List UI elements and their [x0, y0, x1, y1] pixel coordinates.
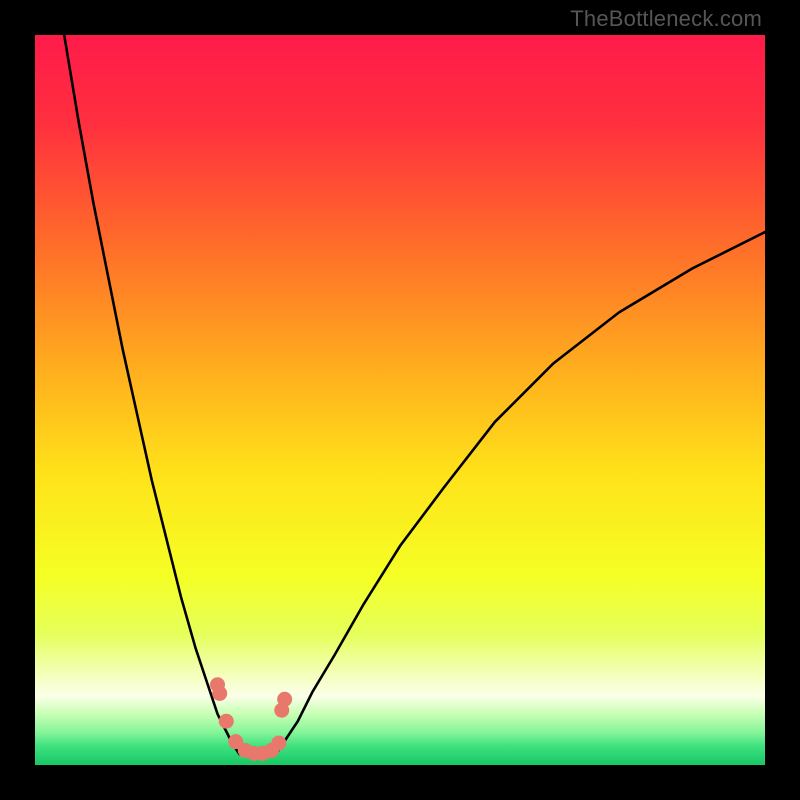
- data-marker: [212, 686, 227, 701]
- right-curve: [276, 232, 765, 754]
- data-marker: [219, 714, 234, 729]
- left-curve: [64, 35, 276, 754]
- plot-area: [35, 35, 765, 765]
- chart-frame: TheBottleneck.com: [0, 0, 800, 800]
- data-marker: [271, 736, 286, 751]
- watermark-text: TheBottleneck.com: [570, 6, 762, 32]
- curves-layer: [35, 35, 765, 765]
- data-markers: [210, 677, 292, 761]
- data-marker: [277, 692, 292, 707]
